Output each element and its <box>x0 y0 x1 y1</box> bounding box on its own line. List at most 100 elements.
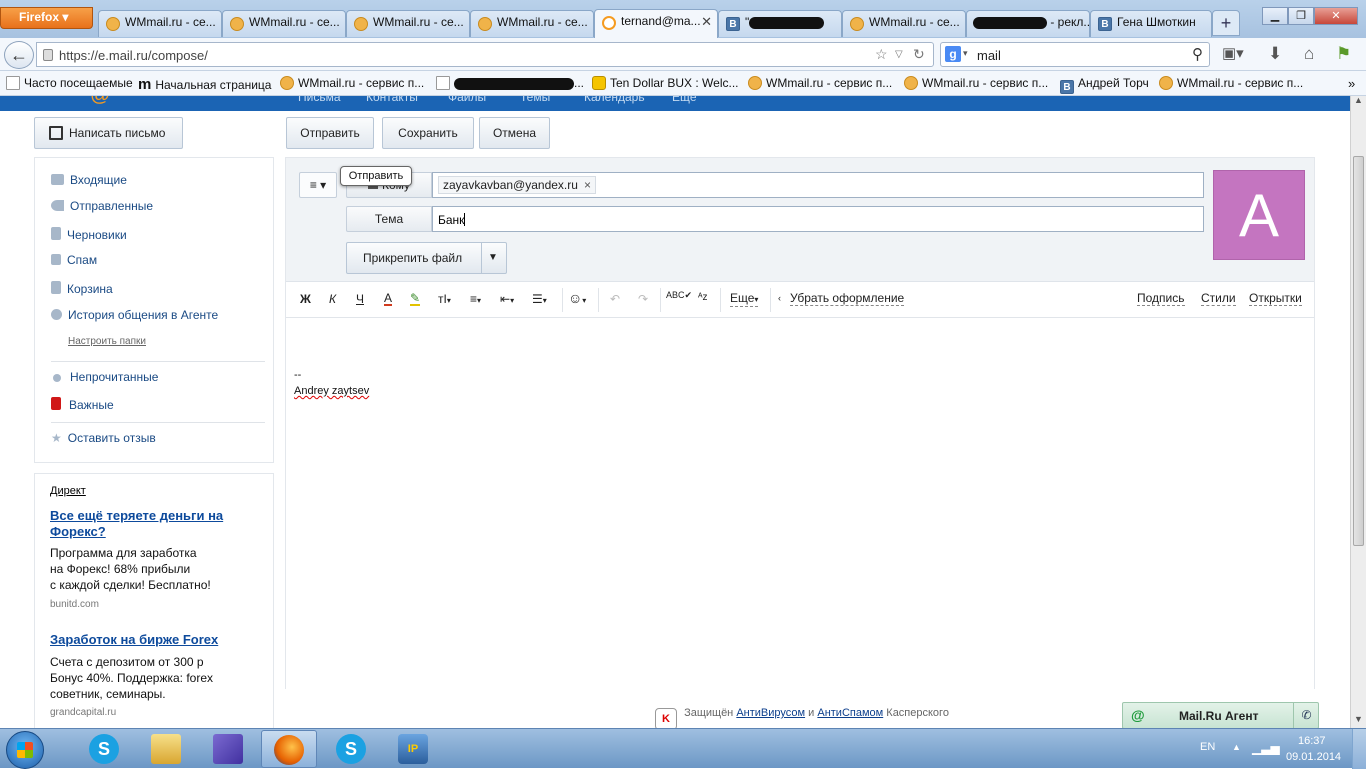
remove-recipient-icon[interactable]: × <box>584 178 591 192</box>
firefox-menu-button[interactable]: Firefox ▾ <box>0 7 93 29</box>
reload-icon[interactable]: ↻ <box>913 46 925 63</box>
downloads-icon[interactable]: ⬇ <box>1268 44 1282 64</box>
highlight-icon[interactable]: ✎ <box>410 292 421 306</box>
send-button[interactable]: Отправить <box>286 117 374 149</box>
firefox-taskbar-button[interactable] <box>261 730 317 768</box>
ads-label[interactable]: Директ <box>50 485 86 497</box>
close-window-button[interactable]: ✕ <box>1314 7 1358 25</box>
folder-drafts[interactable]: Черновики <box>51 227 127 242</box>
antivirus-link[interactable]: АнтиВирусом <box>736 707 805 719</box>
to-field[interactable]: zayavkavban@yandex.ru × <box>432 172 1204 198</box>
save-button[interactable]: Сохранить <box>382 117 474 149</box>
bookmark-star-icon[interactable]: ☆ <box>875 46 888 63</box>
compose-new-button[interactable]: Написать письмо <box>34 117 183 149</box>
bookmark-wmmail-2[interactable]: WMmail.ru - сервис п... <box>748 76 892 90</box>
browser-tab-3[interactable]: WMmail.ru - се... <box>346 10 470 37</box>
skype-taskbar-button-2[interactable]: S <box>323 730 379 768</box>
message-body-editor[interactable]: -- Andrey zaytsev <box>286 319 1314 689</box>
setup-folders-link[interactable]: Настроить папки <box>68 336 146 347</box>
home-icon[interactable]: ⌂ <box>1304 44 1314 64</box>
phone-icon[interactable]: ✆ <box>1293 703 1319 728</box>
attach-file-button[interactable]: Прикрепить файл ▼ <box>346 242 507 274</box>
ad-domain[interactable]: bunitd.com <box>50 599 99 610</box>
minimize-button[interactable]: ▁ <box>1262 7 1288 25</box>
url-bar[interactable]: https://e.mail.ru/compose/ ☆ ▽ ↻ <box>36 42 934 67</box>
feedback-link[interactable]: ★ Оставить отзыв <box>51 431 156 445</box>
browser-tab-7[interactable]: WMmail.ru - се... <box>842 10 966 37</box>
mailru-agent-bar[interactable]: @ Mail.Ru Агент ✆ <box>1122 702 1319 728</box>
align-icon[interactable]: ≡▾ <box>470 292 481 306</box>
close-tab-icon[interactable]: ✕ <box>701 14 712 30</box>
cards-link[interactable]: Открытки <box>1249 292 1302 306</box>
folder-agent-history[interactable]: История общения в Агенте <box>51 308 218 322</box>
bookmark-ten-dollar-bux[interactable]: Ten Dollar BUX : Welc... <box>592 76 738 90</box>
ad-title[interactable]: Заработок на бирже Forex <box>50 632 265 648</box>
filter-important[interactable]: Важные <box>51 397 114 412</box>
nav-calendar[interactable]: Календарь <box>584 96 645 104</box>
back-button[interactable]: ← <box>4 41 34 69</box>
cancel-button[interactable]: Отмена <box>479 117 550 149</box>
bookmark-start-page[interactable]: m Начальная страница <box>138 76 271 93</box>
folder-spam[interactable]: Спам <box>51 253 97 267</box>
signature-link[interactable]: Подпись <box>1137 292 1185 306</box>
search-icon[interactable]: ⚲ <box>1192 45 1203 63</box>
ad-domain[interactable]: grandcapital.ru <box>50 707 116 718</box>
browser-tab-active[interactable]: ternand@ma... ✕ <box>594 9 718 38</box>
browser-tab-9[interactable]: B Гена Шмоткин <box>1090 10 1212 37</box>
mailru-logo-icon[interactable]: @ <box>90 96 110 107</box>
restore-button[interactable]: ❐ <box>1288 7 1314 25</box>
bookmark-wmmail-4[interactable]: WMmail.ru - сервис п... <box>1159 76 1303 90</box>
bold-button[interactable]: Ж <box>300 292 311 306</box>
list-icon[interactable]: ☰▾ <box>532 292 547 306</box>
nav-topics[interactable]: Темы <box>520 96 550 104</box>
tray-expand-icon[interactable]: ▲ <box>1232 742 1241 752</box>
bookmarks-overflow-icon[interactable]: » <box>1348 76 1355 91</box>
folder-trash[interactable]: Корзина <box>51 281 113 296</box>
bookmark-wmmail-3[interactable]: WMmail.ru - сервис п... <box>904 76 1048 90</box>
bookmark-redacted[interactable]: ... <box>436 76 584 90</box>
underline-button[interactable]: Ч <box>356 292 364 306</box>
clock-time[interactable]: 16:37 <box>1298 735 1326 747</box>
bookmark-most-visited[interactable]: Часто посещаемые <box>6 76 133 90</box>
folder-sent[interactable]: Отправленные <box>51 199 153 213</box>
search-engine-dropdown-icon[interactable]: ▾ <box>963 48 968 59</box>
scrollbar-thumb[interactable] <box>1353 156 1364 546</box>
filter-unread[interactable]: Непрочитанные <box>51 370 158 384</box>
recipient-chip[interactable]: zayavkavban@yandex.ru × <box>438 176 596 194</box>
undo-icon[interactable]: ↶ <box>610 292 620 306</box>
styles-link[interactable]: Стили <box>1201 292 1236 306</box>
language-indicator[interactable]: EN <box>1200 741 1215 753</box>
bookmark-andrey-torch[interactable]: B Андрей Торч <box>1060 76 1149 94</box>
browser-tab-6[interactable]: B " <box>718 10 842 37</box>
spellcheck-icon[interactable]: ABC✔ <box>666 290 692 301</box>
translit-icon[interactable]: ᴬz <box>698 292 708 303</box>
redo-icon[interactable]: ↷ <box>638 292 648 306</box>
nav-contacts[interactable]: Контакты <box>366 96 418 104</box>
show-desktop-button[interactable] <box>1352 729 1366 769</box>
addon-icon[interactable]: ⚑ <box>1336 44 1351 64</box>
scroll-down-icon[interactable]: ▼ <box>1354 714 1363 724</box>
indent-icon[interactable]: ⇤▾ <box>500 292 514 306</box>
media-taskbar-button[interactable] <box>200 730 256 768</box>
more-formatting-button[interactable]: Еще▾ <box>730 292 759 307</box>
nav-more[interactable]: Ещё <box>672 96 697 104</box>
subject-input[interactable]: Банк <box>438 213 465 227</box>
folder-inbox[interactable]: Входящие <box>51 173 127 187</box>
nav-letters[interactable]: Письма <box>298 96 341 104</box>
compose-options-button[interactable]: ≡ ▾ <box>299 172 337 198</box>
attach-dropdown-icon[interactable]: ▼ <box>488 243 498 273</box>
emoji-icon[interactable]: ☺▾ <box>568 290 586 306</box>
avatar[interactable]: A <box>1213 170 1305 260</box>
text-color-button[interactable]: А <box>384 292 393 306</box>
start-button[interactable] <box>6 731 44 769</box>
antispam-link[interactable]: АнтиСпамом <box>817 707 883 719</box>
ad-title[interactable]: Все ещё теряете деньги на Форекс? <box>50 508 265 540</box>
browser-tab-2[interactable]: WMmail.ru - се... <box>222 10 346 37</box>
search-input[interactable]: mail <box>977 48 1001 63</box>
url-history-dropdown-icon[interactable]: ▽ <box>895 49 903 60</box>
browser-tab-1[interactable]: WMmail.ru - се... <box>98 10 222 37</box>
explorer-taskbar-button[interactable] <box>138 730 194 768</box>
page-scrollbar[interactable]: ▲ ▼ <box>1350 95 1366 728</box>
italic-button[interactable]: К <box>329 292 336 306</box>
font-size-button[interactable]: тI▾ <box>438 292 451 306</box>
